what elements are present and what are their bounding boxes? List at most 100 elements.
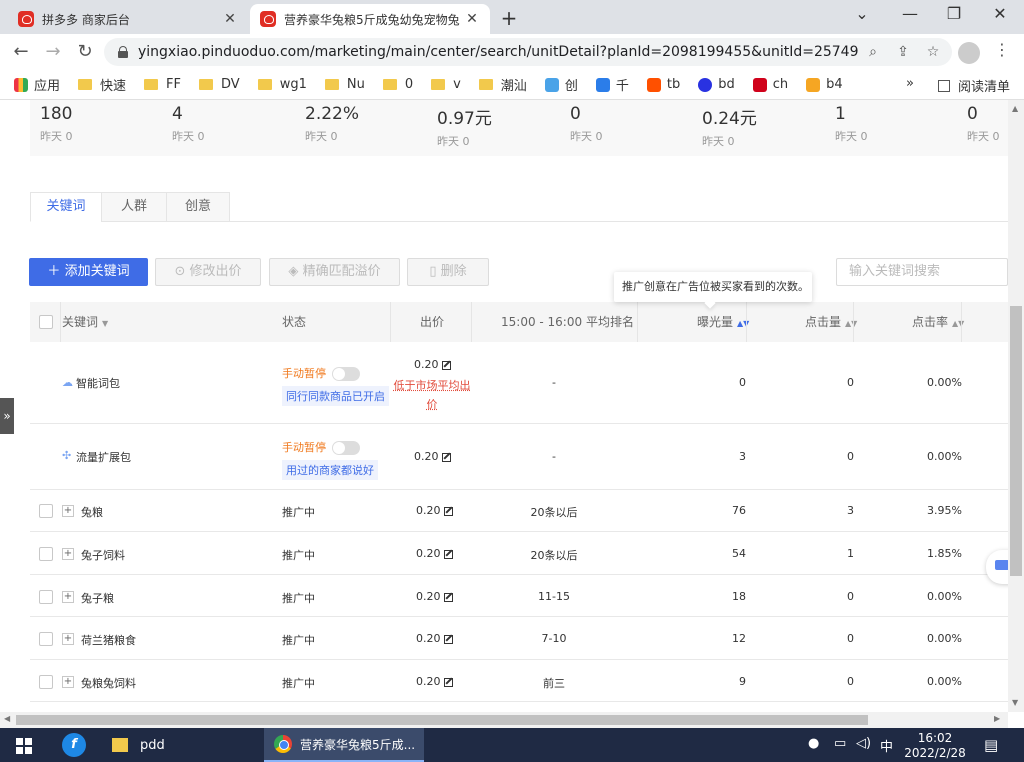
back-arrow-icon[interactable]: ← [10, 41, 32, 63]
bid-value[interactable]: 0.20 [416, 590, 453, 603]
bid-value[interactable]: 0.20 [414, 450, 451, 463]
bookmark-site[interactable]: 千 [595, 75, 629, 94]
reload-icon[interactable]: ↻ [74, 41, 96, 63]
taskbar-chrome-window[interactable]: 营养豪华兔粮5斤成... [264, 728, 424, 762]
row-checkbox[interactable] [39, 547, 53, 561]
browser-tab-product[interactable]: 营养豪华兔粮5斤成兔幼兔宠物兔 ✕ [250, 4, 490, 34]
header-keyword[interactable]: 关键词 ▼ [62, 302, 108, 342]
edit-icon[interactable] [441, 360, 451, 370]
tab-keywords[interactable]: 关键词 [30, 192, 102, 222]
expand-plus-icon[interactable]: + [62, 505, 74, 517]
bid-value[interactable]: 0.20 [416, 632, 453, 645]
header-impressions[interactable]: 曝光量 ▲▼ [697, 302, 749, 342]
filter-icon[interactable]: ▼ [102, 319, 108, 328]
bookmark-folder[interactable]: v [431, 77, 461, 92]
url-bar[interactable]: yingxiao.pinduoduo.com/marketing/main/ce… [104, 38, 952, 66]
bookmark-site[interactable]: bd [698, 77, 735, 92]
side-panel-expand-button[interactable]: » [0, 398, 14, 434]
bookmark-folder[interactable]: 快速 [78, 75, 126, 94]
header-clicks[interactable]: 点击量 ▲▼ [805, 302, 857, 342]
header-ctr[interactable]: 点击率 ▲▼ [912, 302, 964, 342]
windows-start-icon[interactable] [16, 738, 32, 754]
bookmark-site[interactable]: tb [646, 77, 680, 92]
expand-plus-icon[interactable]: + [62, 548, 74, 560]
url-text[interactable]: yingxiao.pinduoduo.com/marketing/main/ce… [138, 44, 858, 60]
bookmark-folder[interactable]: Nu [324, 77, 365, 92]
qq-penguin-icon[interactable]: ● [808, 736, 819, 751]
system-clock[interactable]: 16:02 2022/2/28 [902, 731, 968, 761]
profile-avatar[interactable] [958, 42, 980, 64]
scroll-right-arrow-icon[interactable]: ▶ [994, 714, 1000, 723]
bookmark-folder[interactable]: wg1 [257, 77, 307, 92]
volume-icon[interactable]: ◁) [856, 736, 871, 751]
sort-icon[interactable]: ▲▼ [845, 319, 857, 328]
tab-search-button[interactable]: ⌄ [848, 4, 876, 23]
bookmarks-overflow-button[interactable]: » [906, 76, 914, 91]
sort-icon[interactable]: ▲▼ [952, 319, 964, 328]
tab-audience[interactable]: 人群 [101, 192, 167, 222]
bookmark-folder[interactable]: DV [199, 77, 240, 92]
minimize-button[interactable]: — [896, 4, 924, 23]
bookmark-apps[interactable]: 应用 [14, 75, 60, 94]
keyword-search-input[interactable]: 输入关键词搜索 [836, 258, 1008, 286]
bookmark-folder[interactable]: 潮汕 [478, 75, 527, 94]
status-toggle[interactable] [331, 367, 360, 381]
network-icon[interactable]: ▭ [834, 736, 846, 751]
expand-plus-icon[interactable]: + [62, 633, 74, 645]
menu-kebab-icon[interactable]: ⋮ [994, 40, 1010, 59]
taskbar-folder-pdd[interactable]: pdd [112, 734, 165, 756]
edit-icon[interactable] [443, 634, 453, 644]
horizontal-scrollbar[interactable]: ◀ ▶ [0, 712, 1008, 728]
row-checkbox[interactable] [39, 675, 53, 689]
forward-arrow-icon[interactable]: → [42, 41, 64, 63]
expand-plus-icon[interactable]: + [62, 676, 74, 688]
add-keyword-button[interactable]: ＋ 添加关键词 [29, 258, 148, 286]
bookmark-site[interactable]: 创 [544, 75, 578, 94]
exact-match-premium-button[interactable]: ◈ 精确匹配溢价 [269, 258, 400, 286]
row-checkbox[interactable] [39, 590, 53, 604]
scrollbar-thumb[interactable] [16, 715, 868, 725]
edit-icon[interactable] [443, 677, 453, 687]
edit-icon[interactable] [443, 592, 453, 602]
bookmark-site[interactable]: ch [752, 77, 788, 92]
edit-icon[interactable] [443, 549, 453, 559]
tab-creative[interactable]: 创意 [166, 192, 230, 222]
row-checkbox[interactable] [39, 632, 53, 646]
edit-icon[interactable] [443, 506, 453, 516]
close-icon[interactable]: ✕ [222, 11, 238, 27]
reading-list-button[interactable]: 阅读清单 [938, 76, 1010, 95]
bid-value[interactable]: 0.20 [416, 675, 453, 688]
browser-tab-merchant[interactable]: 拼多多 商家后台 ✕ [8, 4, 248, 34]
bid-value[interactable]: 0.20 [414, 358, 451, 371]
restore-button[interactable]: ❐ [940, 4, 968, 23]
bid-value[interactable]: 0.20 [416, 504, 453, 517]
scroll-down-arrow-icon[interactable]: ▼ [1012, 698, 1018, 707]
ime-indicator[interactable]: 中 [880, 736, 893, 755]
sort-icon[interactable]: ▲▼ [737, 319, 749, 328]
select-all-checkbox[interactable] [39, 315, 53, 329]
row-checkbox[interactable] [39, 504, 53, 518]
new-tab-button[interactable]: + [498, 6, 520, 30]
notification-icon[interactable]: ▤ [984, 736, 998, 754]
bid-value[interactable]: 0.20 [416, 547, 453, 560]
edit-icon[interactable] [441, 452, 451, 462]
taskbar-feishu[interactable]: f [62, 733, 86, 757]
expand-plus-icon[interactable]: + [62, 591, 74, 603]
bookmark-site[interactable]: b4 [806, 77, 843, 92]
bookmark-folder[interactable]: 0 [382, 77, 413, 92]
status-toggle[interactable] [331, 441, 360, 455]
close-icon[interactable]: ✕ [464, 11, 480, 27]
share-icon[interactable]: ⇪ [888, 44, 918, 60]
edit-bid-button[interactable]: ⊙ 修改出价 [155, 258, 261, 286]
scrollbar-thumb[interactable] [1010, 306, 1022, 576]
vertical-scrollbar[interactable]: ▲ ▼ [1008, 100, 1024, 712]
window-close-button[interactable]: ✕ [986, 4, 1014, 23]
delete-button[interactable]: ▯ 删除 [407, 258, 489, 286]
bookmark-star-icon[interactable]: ☆ [918, 44, 948, 60]
scroll-left-arrow-icon[interactable]: ◀ [4, 714, 10, 723]
bookmark-folder[interactable]: FF [144, 77, 181, 92]
scroll-up-arrow-icon[interactable]: ▲ [1012, 104, 1018, 113]
chat-feedback-button[interactable] [986, 550, 1008, 584]
below-market-warning[interactable]: 低于市场平均出价 [392, 376, 472, 414]
zoom-icon[interactable]: ⌕ [858, 44, 888, 60]
